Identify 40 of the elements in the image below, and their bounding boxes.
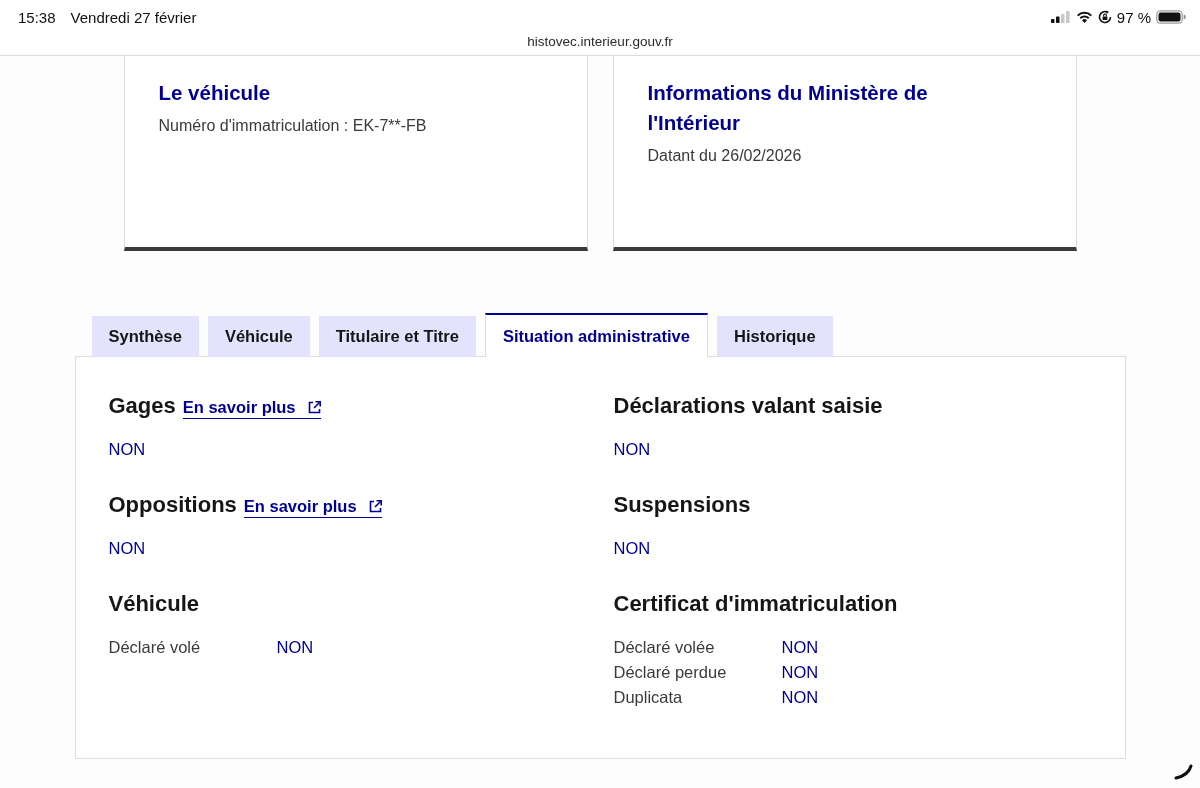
signal-icon bbox=[1050, 11, 1071, 23]
section-heading: Suspensions bbox=[613, 491, 751, 519]
field-value: NON bbox=[781, 663, 820, 682]
external-link-icon bbox=[307, 400, 321, 414]
card-text: Datant du 26/02/2026 bbox=[647, 146, 803, 166]
section-heading: Déclarations valant saisie bbox=[613, 392, 883, 420]
field-label: Déclaré perdue bbox=[613, 663, 728, 682]
field-label: Duplicata bbox=[613, 688, 684, 707]
wifi-icon bbox=[1075, 11, 1093, 23]
tab[interactable]: Historique bbox=[717, 316, 833, 357]
external-link-icon bbox=[368, 499, 382, 513]
tab[interactable]: Situation administrative bbox=[484, 313, 708, 357]
tab[interactable]: Titulaire et Titre bbox=[318, 316, 476, 357]
field-value: NON bbox=[108, 539, 147, 558]
section-heading: Véhicule bbox=[108, 590, 199, 618]
field-value: NON bbox=[108, 440, 147, 459]
status-time: 15:38 bbox=[18, 8, 56, 26]
corner-handle-icon[interactable] bbox=[1174, 764, 1193, 780]
status-date: Vendredi 27 février bbox=[70, 8, 197, 26]
field-label: Déclaré volé bbox=[108, 638, 202, 657]
field-value: NON bbox=[613, 539, 652, 558]
field-value: NON bbox=[613, 440, 652, 459]
section-heading: Certificat d'immatriculation bbox=[613, 590, 898, 618]
card-title: Le véhicule bbox=[158, 80, 272, 106]
section-heading: Oppositions bbox=[108, 491, 237, 519]
section-heading: Gages bbox=[108, 392, 176, 420]
field-value: NON bbox=[276, 638, 315, 657]
tab[interactable]: Véhicule bbox=[207, 316, 310, 357]
battery-icon bbox=[1156, 10, 1186, 24]
rotation-lock-icon bbox=[1097, 10, 1112, 24]
info-link[interactable]: En savoir plus bbox=[182, 396, 321, 419]
info-link[interactable]: En savoir plus bbox=[243, 495, 382, 518]
field-label: Déclaré volée bbox=[613, 638, 716, 657]
tab[interactable]: Synthèse bbox=[91, 316, 199, 357]
field-value: NON bbox=[781, 638, 820, 657]
card-title: Informations du Ministère de l'Intérieur bbox=[647, 80, 929, 136]
battery-percentage: 97 % bbox=[1116, 8, 1151, 26]
field-value: NON bbox=[781, 688, 820, 707]
card-text: Numéro d'immatriculation : EK-7**-FB bbox=[158, 116, 428, 136]
url-text[interactable]: histovec.interieur.gouv.fr bbox=[527, 33, 673, 49]
